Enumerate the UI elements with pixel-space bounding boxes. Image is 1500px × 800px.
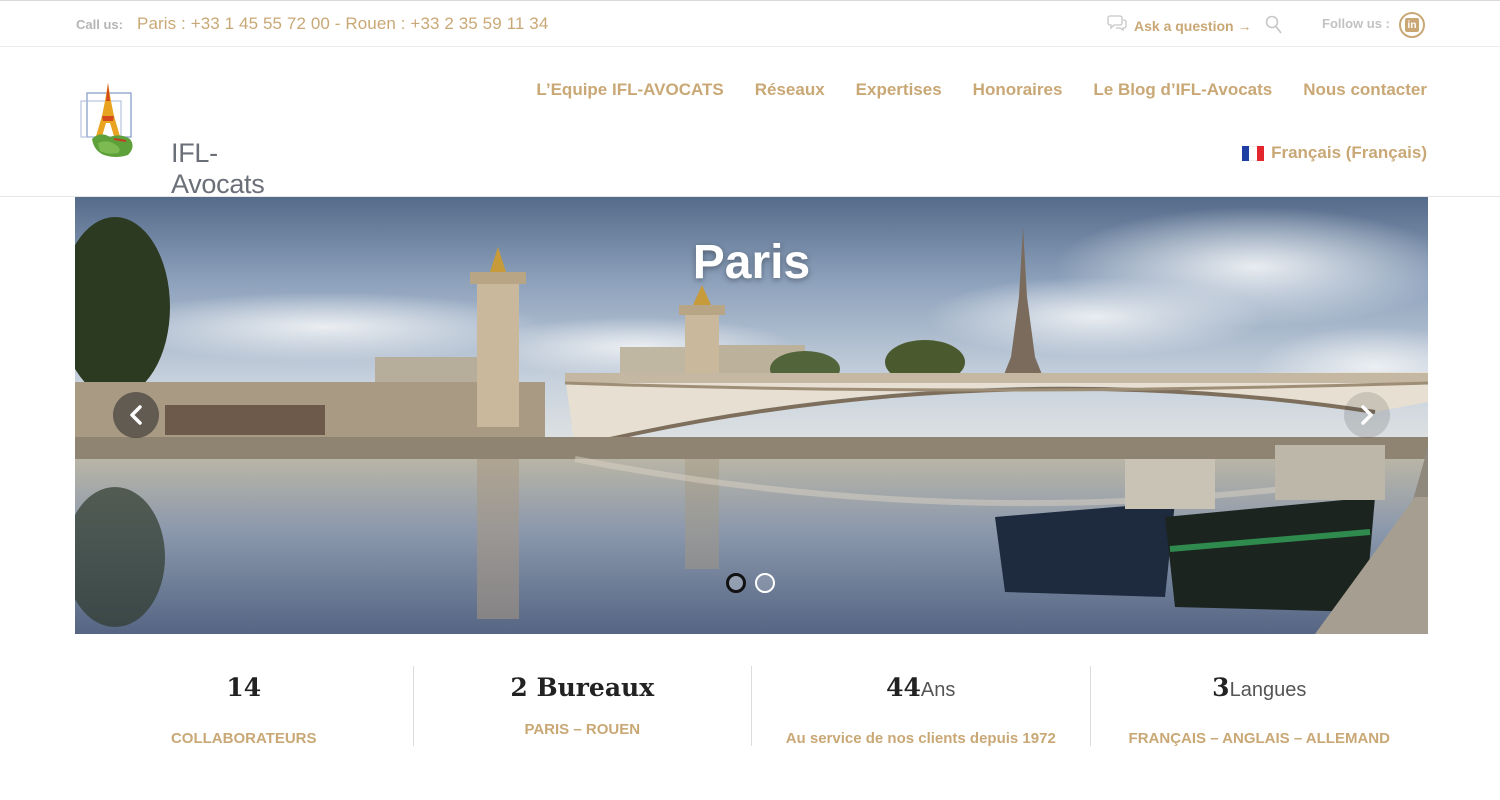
stat-langues: 3Langues FRANÇAIS – ANGLAIS – ALLEMAND [1089,666,1429,747]
slider-dot-1[interactable] [726,573,746,593]
slider-pagination [726,573,775,593]
speech-bubble-icon [1107,14,1127,37]
stat-bureaux: 2 Bureaux PARIS – ROUEN [412,666,752,746]
language-switcher[interactable]: Français (Français) [1242,143,1427,163]
site-header: IFL-Avocats L’Equipe IFL-AVOCATS Réseaux… [0,47,1500,199]
call-us-label: Call us: [76,17,123,32]
chevron-left-icon [130,405,142,425]
nav-item-equipe[interactable]: L’Equipe IFL-AVOCATS [536,80,723,100]
nav-item-expertises[interactable]: Expertises [856,80,942,100]
stat-subtitle: COLLABORATEURS [170,730,317,747]
stat-ans: 44Ans Au service de nos clients depuis 1… [751,666,1090,747]
main-nav: L’Equipe IFL-AVOCATS Réseaux Expertises … [536,80,1427,100]
slider-dot-2[interactable] [755,573,775,593]
slider-prev-button[interactable] [113,392,159,438]
search-icon[interactable] [1265,15,1283,40]
stat-number: 14 [226,673,262,702]
stat-subtitle: FRANÇAIS – ANGLAIS – ALLEMAND [1128,730,1390,747]
eiffel-logo-icon [80,83,133,157]
language-label: Français (Français) [1271,143,1427,162]
phone-numbers[interactable]: Paris : +33 1 45 55 72 00 - Rouen : +33 … [137,14,548,34]
logo[interactable]: IFL-Avocats [78,81,278,199]
nav-item-honoraires[interactable]: Honoraires [973,80,1063,100]
ask-question-link[interactable]: Ask a question → [1107,14,1251,37]
nav-item-blog[interactable]: Le Blog d’IFL-Avocats [1093,80,1272,100]
stat-number: 44 [886,673,921,702]
linkedin-icon[interactable]: in [1399,12,1425,38]
nav-item-reseaux[interactable]: Réseaux [755,80,825,100]
top-bar: Call us: Paris : +33 1 45 55 72 00 - Rou… [0,0,1500,47]
hero-slider: Paris [75,197,1428,634]
slider-next-button[interactable] [1344,392,1390,438]
chevron-right-icon [1361,405,1373,425]
stat-subtitle: PARIS – ROUEN [524,721,641,738]
stat-number: 3 [1212,673,1230,702]
stat-collaborateurs: 14 COLLABORATEURS [75,666,413,747]
stat-subtitle: Au service de nos clients depuis 1972 [785,730,1056,747]
stats-row: 14 COLLABORATEURS 2 Bureaux PARIS – ROUE… [75,666,1429,747]
stat-unit: Langues [1229,679,1307,701]
french-flag-icon [1242,145,1265,161]
logo-text: IFL-Avocats [171,138,265,199]
stat-number: 2 Bureaux [510,673,655,702]
stat-unit: Ans [920,679,956,701]
follow-us-label: Follow us : [1322,16,1390,31]
ask-question-label: Ask a question → [1134,17,1252,34]
nav-item-contact[interactable]: Nous contacter [1303,80,1427,100]
slide-title: Paris [692,236,811,289]
